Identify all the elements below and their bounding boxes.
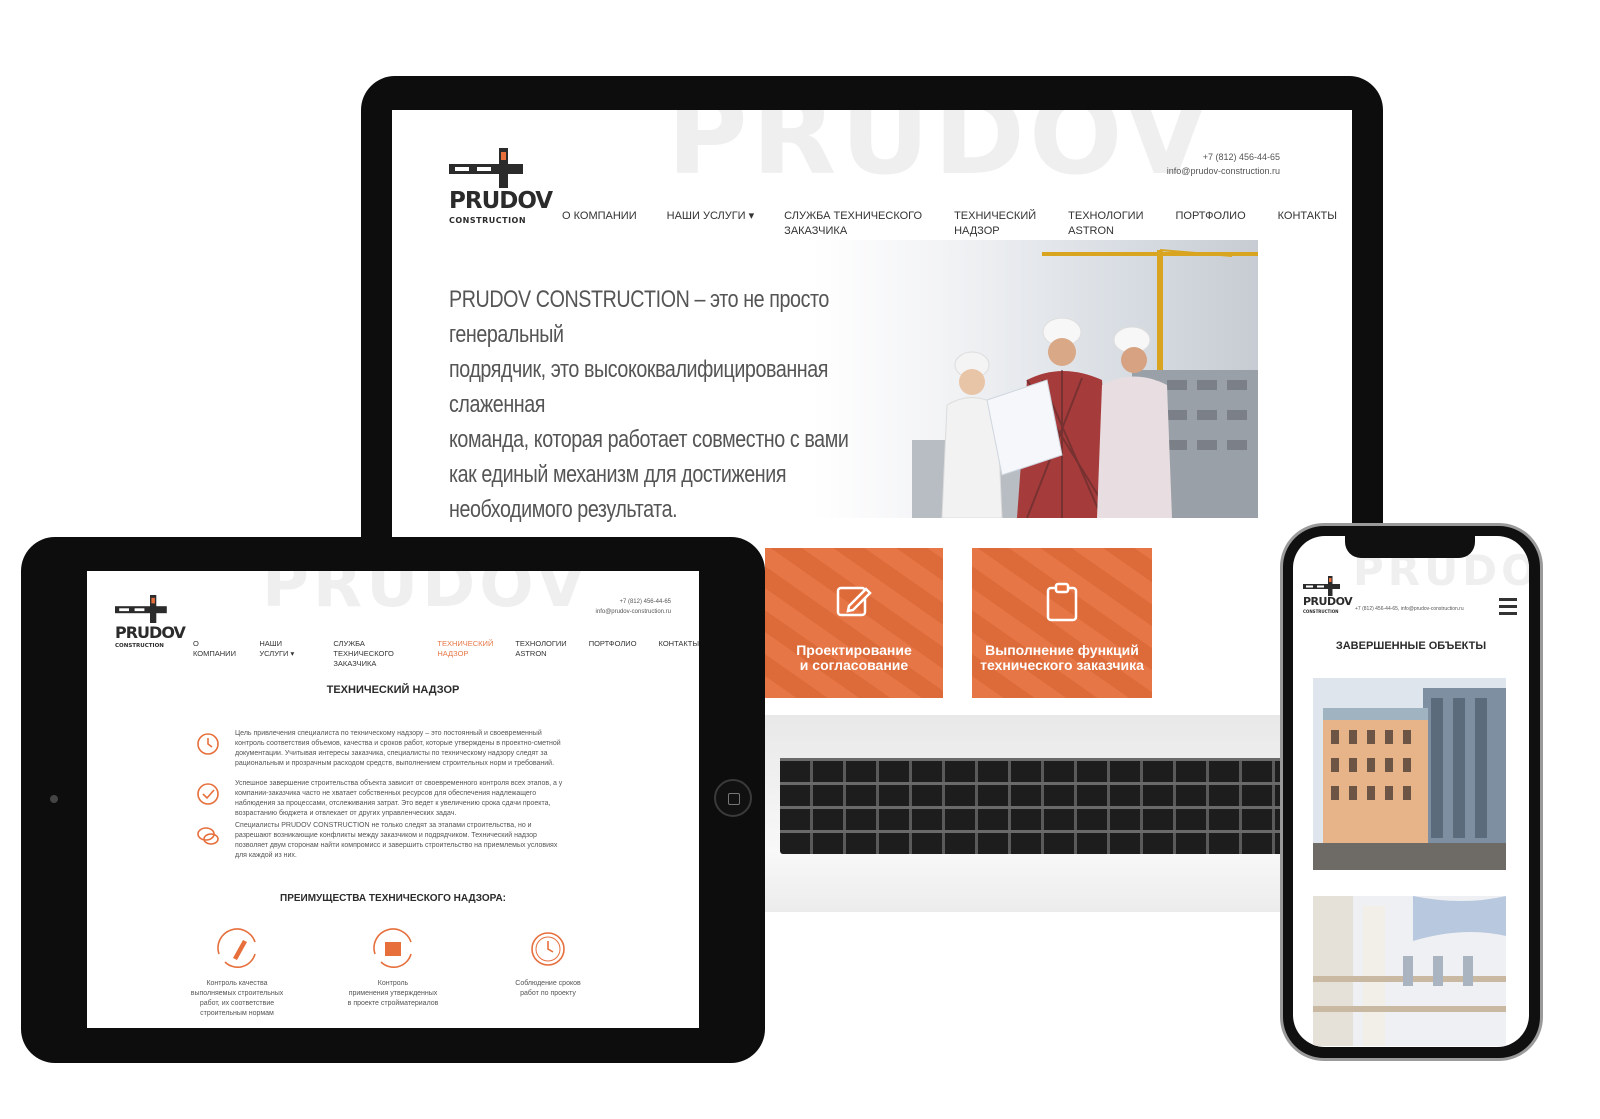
nav-item-contacts[interactable]: КОНТАКТЫ (659, 639, 699, 669)
check-circle-icon (197, 783, 219, 805)
chat-bubbles-icon (197, 827, 219, 845)
tablet-home-button[interactable] (714, 779, 752, 817)
phone-notch (1345, 536, 1475, 558)
advantage-text: Контроль применения утвержденных в проек… (347, 980, 439, 1007)
nav-item-supervision[interactable]: ТЕХНИЧЕСКИЙ НАДЗОР (954, 209, 1036, 239)
logo-subtitle: CONSTRUCTION (449, 216, 527, 225)
nav-item-services[interactable]: НАШИ УСЛУГИ ▾ (667, 209, 755, 239)
logo-mark-icon (1303, 576, 1340, 596)
logo-subtitle: CONSTRUCTION (115, 643, 164, 649)
nav-item-portfolio[interactable]: ПОРТФОЛИО (1175, 209, 1245, 239)
info-paragraph: Цель привлечения специалиста по техничес… (195, 729, 565, 769)
phone-link[interactable]: +7 (812) 456-44-65 (1167, 150, 1280, 164)
nav-item-supervision[interactable]: ТЕХНИЧЕСКИЙ НАДЗОР (437, 639, 493, 669)
phone-screen: PRUDOV PRUDOV CONSTRUCTION +7 (812) 456-… (1293, 536, 1529, 1047)
tablet-camera (50, 795, 58, 803)
nav-item-technologies[interactable]: ТЕХНОЛОГИИ ASTRON (515, 639, 566, 669)
nav-item-about[interactable]: О КОМПАНИИ (562, 209, 637, 239)
page-title: ТЕХНИЧЕСКИЙ НАДЗОР (326, 684, 460, 696)
completed-object-photo[interactable] (1313, 896, 1506, 1046)
nav-item-portfolio[interactable]: ПОРТФОЛИО (589, 639, 637, 669)
paragraph-text: Успешное завершение строительства объект… (235, 780, 563, 817)
logo-wordmark: PRUDOV (115, 623, 186, 642)
clock-icon (197, 733, 219, 755)
nav-item-services[interactable]: НАШИ УСЛУГИ ▾ (259, 639, 311, 669)
header-contacts: +7 (812) 456-44-65 info@prudov-construct… (596, 597, 671, 617)
quality-control-icon (217, 928, 256, 968)
logo-mark-icon (115, 595, 167, 623)
logo-wordmark: PRUDOV (1303, 595, 1353, 608)
phone-link[interactable]: +7 (812) 456-44-65 (596, 597, 671, 607)
header-contacts[interactable]: +7 (812) 456-44-65, info@prudov-construc… (1355, 606, 1464, 612)
nav-item-about[interactable]: О КОМПАНИИ (193, 639, 237, 669)
main-nav: О КОМПАНИИ НАШИ УСЛУГИ ▾ СЛУЖБА ТЕХНИЧЕС… (193, 639, 699, 669)
email-link[interactable]: info@prudov-construction.ru (1167, 164, 1280, 178)
service-tile-label: Проектирование и согласование (796, 642, 912, 674)
site-logo[interactable]: PRUDOV CONSTRUCTION (115, 595, 186, 651)
main-nav: О КОМПАНИИ НАШИ УСЛУГИ ▾ СЛУЖБА ТЕХНИЧЕС… (562, 209, 1337, 239)
advantage-item: Контроль качества выполняемых строительн… (187, 928, 287, 1019)
materials-control-icon (373, 928, 412, 968)
site-logo[interactable]: PRUDOV CONSTRUCTION (449, 148, 553, 228)
advantage-text: Соблюдение сроков работ по проекту (515, 980, 581, 997)
advantages-title: ПРЕИМУЩЕСТВА ТЕХНИЧЕСКОГО НАДЗОРА: (280, 893, 506, 904)
info-paragraph: Специалисты PRUDOV CONSTRUCTION не тольк… (195, 821, 565, 861)
logo-wordmark: PRUDOV (449, 188, 553, 214)
service-tile-label: Выполнение функций технического заказчик… (980, 642, 1144, 674)
site-logo[interactable]: PRUDOV CONSTRUCTION (1303, 576, 1353, 616)
advantage-item: Контроль применения утвержденных в проек… (343, 928, 443, 1009)
completed-object-photo[interactable] (1313, 678, 1506, 870)
paragraph-text: Специалисты PRUDOV CONSTRUCTION не тольк… (235, 822, 558, 859)
advantage-item: Соблюдение сроков работ по проекту (498, 928, 598, 999)
email-link[interactable]: info@prudov-construction.ru (596, 607, 671, 617)
laptop-keyboard (780, 758, 1310, 854)
pencil-square-icon (836, 586, 872, 617)
hero-photo (812, 240, 1258, 518)
brand-watermark: PRUDOV (667, 110, 1213, 199)
nav-item-customer-service[interactable]: СЛУЖБА ТЕХНИЧЕСКОГО ЗАКАЗЧИКА (333, 639, 415, 669)
service-tile-design[interactable]: Проектирование и согласование (765, 548, 943, 698)
brand-watermark: PRUDOV (262, 571, 590, 622)
info-paragraph: Успешное завершение строительства объект… (195, 779, 565, 819)
nav-item-customer-service[interactable]: СЛУЖБА ТЕХНИЧЕСКОГО ЗАКАЗЧИКА (784, 209, 922, 239)
nav-item-contacts[interactable]: КОНТАКТЫ (1278, 209, 1337, 239)
timer-icon (531, 932, 565, 966)
clipboard-icon (1046, 582, 1078, 622)
nav-item-technologies[interactable]: ТЕХНОЛОГИИ ASTRON (1068, 209, 1143, 239)
hero-text: PRUDOV CONSTRUCTION – это не просто гене… (449, 286, 849, 523)
logo-mark-icon (449, 148, 523, 188)
hamburger-icon[interactable] (1499, 598, 1517, 619)
advantage-text: Контроль качества выполняемых строительн… (190, 980, 284, 1017)
paragraph-text: Цель привлечения специалиста по техничес… (235, 730, 561, 767)
section-title: ЗАВЕРШЕННЫЕ ОБЪЕКТЫ (1335, 640, 1487, 652)
tablet-screen: PRUDOV PRUDOV CONSTRUCTION +7 (812) 456-… (87, 571, 699, 1028)
service-tile-customer[interactable]: Выполнение функций технического заказчик… (972, 548, 1152, 698)
header-contacts: +7 (812) 456-44-65 info@prudov-construct… (1167, 150, 1280, 178)
logo-subtitle: CONSTRUCTION (1303, 609, 1339, 614)
